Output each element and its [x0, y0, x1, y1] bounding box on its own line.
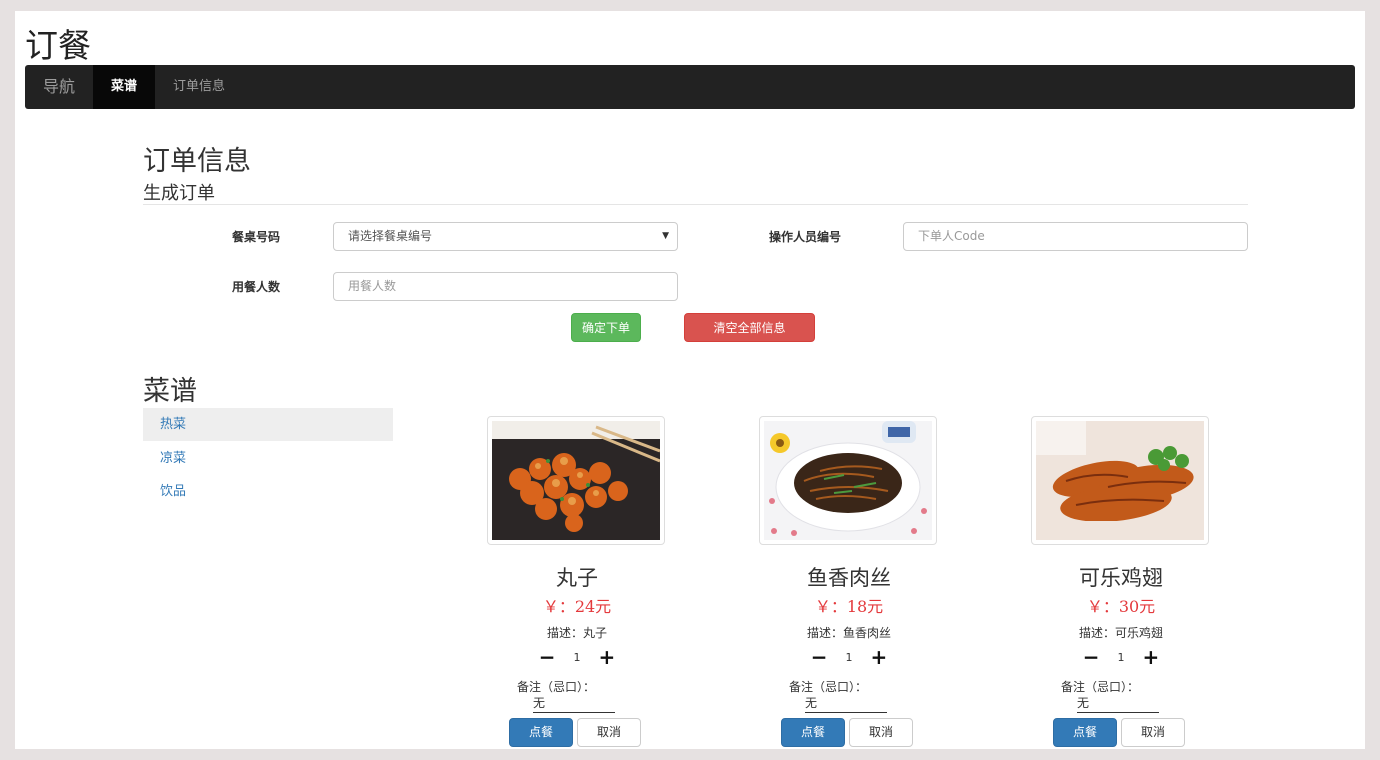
- order-heading: 订单信息: [143, 146, 251, 177]
- note-input[interactable]: 无: [533, 695, 615, 713]
- divider: [143, 204, 1248, 205]
- order-dish-button[interactable]: 点餐: [509, 718, 573, 747]
- quantity-value: 1: [1117, 650, 1125, 664]
- confirm-order-button[interactable]: 确定下单: [571, 313, 641, 342]
- note-input[interactable]: 无: [1077, 695, 1159, 713]
- diners-count-input[interactable]: 用餐人数: [333, 272, 678, 301]
- quantity-stepper: − 1 +: [759, 646, 939, 668]
- dish-card: 鱼香肉丝 ￥：18元 描述：鱼香肉丝 − 1 + 备注（忌口）： 无 点餐 取消: [759, 416, 939, 749]
- cancel-dish-button[interactable]: 取消: [577, 718, 641, 747]
- plus-button[interactable]: +: [871, 646, 888, 668]
- dish-price: ￥：24元: [542, 597, 612, 616]
- dish-card: 丸子 ￥：24元 描述：丸子 − 1 + 备注（忌口）： 无 点餐 取消: [487, 416, 667, 749]
- quantity-value: 1: [573, 650, 581, 664]
- order-subheading: 生成订单: [143, 183, 215, 204]
- dish-description: 描述：丸子: [546, 626, 607, 640]
- minus-button[interactable]: −: [811, 646, 828, 668]
- note-label: 备注（忌口）：: [789, 680, 868, 694]
- meatballs-photo-icon: [492, 421, 660, 540]
- order-dish-button[interactable]: 点餐: [1053, 718, 1117, 747]
- quantity-stepper: − 1 +: [487, 646, 667, 668]
- note-label: 备注（忌口）：: [1061, 680, 1140, 694]
- operator-id-input[interactable]: 下单人Code: [903, 222, 1248, 251]
- table-number-select[interactable]: 请选择餐桌编号 ▼: [333, 222, 678, 251]
- dish-description: 描述：鱼香肉丝: [806, 626, 891, 640]
- quantity-stepper: − 1 +: [1031, 646, 1211, 668]
- table-number-label: 餐桌号码: [232, 230, 281, 244]
- dish-description: 描述：可乐鸡翅: [1078, 626, 1163, 640]
- dish-name: 可乐鸡翅: [1079, 566, 1163, 590]
- order-dish-button[interactable]: 点餐: [781, 718, 845, 747]
- quantity-value: 1: [845, 650, 853, 664]
- operator-id-label: 操作人员编号: [769, 230, 842, 244]
- nav-brand[interactable]: 导航: [25, 65, 93, 109]
- cancel-dish-button[interactable]: 取消: [849, 718, 913, 747]
- cancel-dish-button[interactable]: 取消: [1121, 718, 1185, 747]
- category-hot-dishes[interactable]: 热菜: [143, 408, 393, 441]
- cola-chicken-wings-photo-icon: [1036, 421, 1204, 540]
- dish-price: ￥：18元: [814, 597, 884, 616]
- dish-price: ￥：30元: [1086, 597, 1156, 616]
- minus-button[interactable]: −: [539, 646, 556, 668]
- dish-card: 可乐鸡翅 ￥：30元 描述：可乐鸡翅 − 1 + 备注（忌口）： 无 点餐 取消: [1031, 416, 1211, 749]
- note-label: 备注（忌口）：: [517, 680, 596, 694]
- clear-all-button[interactable]: 清空全部信息: [684, 313, 815, 342]
- dish-image: [1031, 416, 1209, 545]
- table-number-select-value: 请选择餐桌编号: [348, 229, 433, 243]
- diners-count-label: 用餐人数: [232, 280, 281, 294]
- dish-name: 鱼香肉丝: [807, 566, 891, 590]
- plus-button[interactable]: +: [599, 646, 616, 668]
- page: 订餐 导航 菜谱 订单信息 订单信息 生成订单 餐桌号码 请选择餐桌编号 ▼ 操…: [15, 11, 1365, 749]
- caret-down-icon: ▼: [662, 231, 669, 241]
- dish-name: 丸子: [556, 566, 598, 590]
- minus-button[interactable]: −: [1083, 646, 1100, 668]
- category-cold-dishes[interactable]: 凉菜: [143, 442, 393, 475]
- nav-item-order-info[interactable]: 订单信息: [155, 65, 243, 109]
- navbar: 导航 菜谱 订单信息: [25, 65, 1355, 109]
- shredded-pork-photo-icon: [764, 421, 932, 540]
- menu-heading: 菜谱: [143, 376, 197, 407]
- note-input[interactable]: 无: [805, 695, 887, 713]
- dish-image: [759, 416, 937, 545]
- category-drinks[interactable]: 饮品: [143, 475, 393, 508]
- plus-button[interactable]: +: [1143, 646, 1160, 668]
- nav-item-menu[interactable]: 菜谱: [93, 65, 156, 109]
- app-title: 订餐: [25, 26, 91, 65]
- dish-image: [487, 416, 665, 545]
